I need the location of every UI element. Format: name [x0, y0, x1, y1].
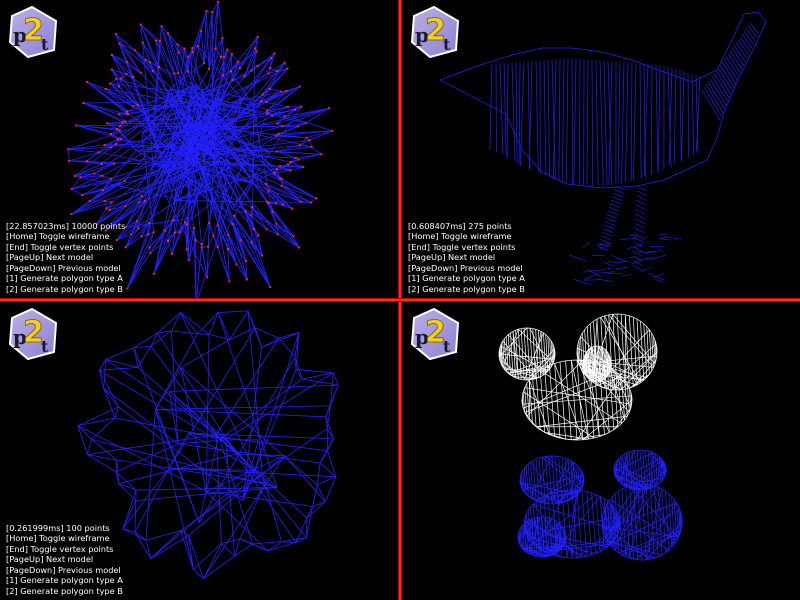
p2t-logo: p2t: [406, 306, 462, 362]
help-line: [Home] Toggle wireframe: [408, 231, 512, 241]
stats-line: [22.857023ms] 10000 points: [6, 220, 126, 231]
help-line: [End] Toggle vertex points: [408, 241, 516, 252]
help-line: [PageDown] Previous model: [6, 262, 121, 273]
help-line: [2] Generate polygon type B: [6, 283, 123, 294]
viewport-top-left[interactable]: p2t [22.857023ms] 10000 points [Home] To…: [0, 0, 398, 298]
svg-text:t: t: [41, 337, 49, 356]
help-line: [End] Toggle vertex points: [6, 241, 114, 252]
viewport-bottom-left[interactable]: p2t [0.261999ms] 100 points [Home] Toggl…: [0, 302, 398, 600]
help-line: [PageUp] Next model: [408, 252, 496, 262]
info-overlay: [0.261999ms] 100 points [Home] Toggle wi…: [6, 523, 123, 597]
help-line: [1] Generate polygon type A: [408, 273, 525, 283]
viewport-bottom-right[interactable]: p2t: [402, 302, 800, 600]
help-line: [PageUp] Next model: [6, 252, 94, 262]
help-line: [PageDown] Previous model: [408, 262, 523, 273]
help-line: [End] Toggle vertex points: [6, 543, 114, 554]
info-overlay: [22.857023ms] 10000 points [Home] Toggle…: [6, 221, 125, 295]
p2t-logo: p2t: [4, 306, 60, 362]
help-line: [Home] Toggle wireframe: [6, 231, 110, 241]
p2t-logo: p2t: [4, 4, 60, 60]
info-overlay: [0.608407ms] 275 points [Home] Toggle wi…: [408, 221, 525, 295]
help-line: [2] Generate polygon type B: [408, 283, 525, 294]
help-line: [PageUp] Next model: [6, 554, 94, 564]
svg-text:t: t: [41, 35, 49, 54]
help-line: [1] Generate polygon type A: [6, 575, 123, 585]
help-line: [PageDown] Previous model: [6, 564, 121, 575]
svg-text:t: t: [443, 337, 451, 356]
stats-line: [0.608407ms] 275 points: [408, 220, 512, 231]
help-line: [Home] Toggle wireframe: [6, 533, 110, 543]
svg-text:t: t: [443, 35, 451, 54]
viewport-top-right[interactable]: p2t [0.608407ms] 275 points [Home] Toggl…: [402, 0, 800, 298]
p2t-logo: p2t: [406, 4, 462, 60]
help-line: [2] Generate polygon type B: [6, 585, 123, 596]
help-line: [1] Generate polygon type A: [6, 273, 123, 283]
stats-line: [0.261999ms] 100 points: [6, 522, 110, 533]
